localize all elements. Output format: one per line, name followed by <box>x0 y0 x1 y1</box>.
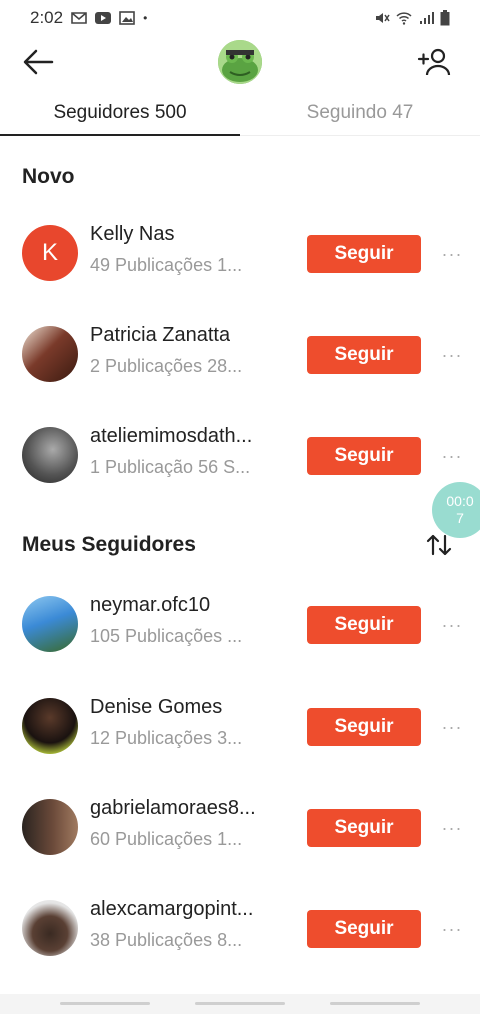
follow-button[interactable]: Seguir <box>307 437 421 475</box>
user-name[interactable]: gabrielamoraes8... <box>90 797 256 820</box>
dot-icon: • <box>143 11 148 25</box>
gmail-icon <box>71 12 87 24</box>
more-options-icon[interactable]: ··· <box>437 340 467 370</box>
nav-back-button[interactable] <box>330 1002 420 1005</box>
tab-followers[interactable]: Seguidores 500 <box>0 90 240 136</box>
follow-button[interactable]: Seguir <box>307 336 421 374</box>
wifi-icon <box>396 12 412 25</box>
list-item[interactable]: neymar.ofc10 105 Publicações ... Seguir … <box>0 584 480 664</box>
list-item[interactable]: K Kelly Nas 49 Publicações 1... Seguir ·… <box>0 213 480 293</box>
frog-avatar-icon <box>218 40 262 84</box>
youtube-icon <box>95 12 112 24</box>
status-right <box>374 10 450 26</box>
sort-icon <box>426 534 452 556</box>
profile-avatar[interactable] <box>218 40 262 84</box>
user-meta: 105 Publicações ... <box>90 626 243 646</box>
avatar[interactable] <box>22 698 78 754</box>
user-name[interactable]: Denise Gomes <box>90 696 222 719</box>
more-options-icon[interactable]: ··· <box>437 813 467 843</box>
timer-bubble[interactable]: 00:07 <box>432 482 480 538</box>
mute-icon <box>376 13 390 23</box>
avatar[interactable]: K <box>22 225 78 281</box>
user-meta: 2 Publicações 28... <box>90 356 243 376</box>
timer-text: 00:07 <box>446 493 474 526</box>
image-icon <box>119 11 135 25</box>
list-item[interactable]: Patricia Zanatta 2 Publicações 28... Seg… <box>0 314 480 394</box>
avatar[interactable] <box>22 427 78 483</box>
list-item[interactable]: alexcamargopint... 38 Publicações 8... S… <box>0 888 480 968</box>
list-item[interactable]: Denise Gomes 12 Publicações 3... Seguir … <box>0 686 480 766</box>
follow-button[interactable]: Seguir <box>307 235 421 273</box>
follow-button[interactable]: Seguir <box>307 708 421 746</box>
add-user-button[interactable] <box>414 42 454 82</box>
user-meta: 38 Publicações 8... <box>90 930 243 950</box>
user-name[interactable]: ateliemimosdath... <box>90 425 252 448</box>
header <box>0 36 480 88</box>
signal-icon <box>420 12 434 24</box>
list-item[interactable]: ateliemimosdath... 1 Publicação 56 S... … <box>0 415 480 495</box>
avatar[interactable] <box>22 900 78 956</box>
avatar[interactable] <box>22 326 78 382</box>
battery-icon <box>440 10 450 26</box>
tab-following[interactable]: Seguindo 47 <box>240 90 480 135</box>
more-options-icon[interactable]: ··· <box>437 441 467 471</box>
section-title-followers: Meus Seguidores <box>22 533 196 556</box>
user-meta: 12 Publicações 3... <box>90 728 243 748</box>
more-options-icon[interactable]: ··· <box>437 610 467 640</box>
user-meta: 60 Publicações 1... <box>90 829 243 849</box>
status-bar: 2:02 • <box>0 0 480 36</box>
avatar-letter: K <box>41 239 58 266</box>
follow-button[interactable]: Seguir <box>307 606 421 644</box>
more-options-icon[interactable]: ··· <box>437 712 467 742</box>
user-name[interactable]: Patricia Zanatta <box>90 324 230 347</box>
nav-home-button[interactable] <box>195 1002 285 1005</box>
avatar[interactable] <box>22 596 78 652</box>
list-item[interactable]: gabrielamoraes8... 60 Publicações 1... S… <box>0 787 480 867</box>
clock: 2:02 <box>30 8 64 27</box>
follow-button[interactable]: Seguir <box>307 910 421 948</box>
status-left: 2:02 • <box>30 8 147 28</box>
add-user-icon <box>417 48 451 76</box>
system-nav-bar <box>0 994 480 1014</box>
back-button[interactable] <box>20 44 56 80</box>
nav-recents-button[interactable] <box>60 1002 150 1005</box>
more-options-icon[interactable]: ··· <box>437 914 467 944</box>
user-name[interactable]: Kelly Nas <box>90 223 174 246</box>
user-name[interactable]: alexcamargopint... <box>90 898 253 921</box>
user-meta: 1 Publicação 56 S... <box>90 457 251 477</box>
avatar[interactable] <box>22 799 78 855</box>
section-title-new: Novo <box>22 165 75 188</box>
arrow-left-icon <box>23 49 54 75</box>
follow-button[interactable]: Seguir <box>307 809 421 847</box>
user-name[interactable]: neymar.ofc10 <box>90 594 210 617</box>
more-options-icon[interactable]: ··· <box>437 239 467 269</box>
user-meta: 49 Publicações 1... <box>90 255 243 275</box>
tab-bar: Seguidores 500 Seguindo 47 <box>0 90 480 136</box>
